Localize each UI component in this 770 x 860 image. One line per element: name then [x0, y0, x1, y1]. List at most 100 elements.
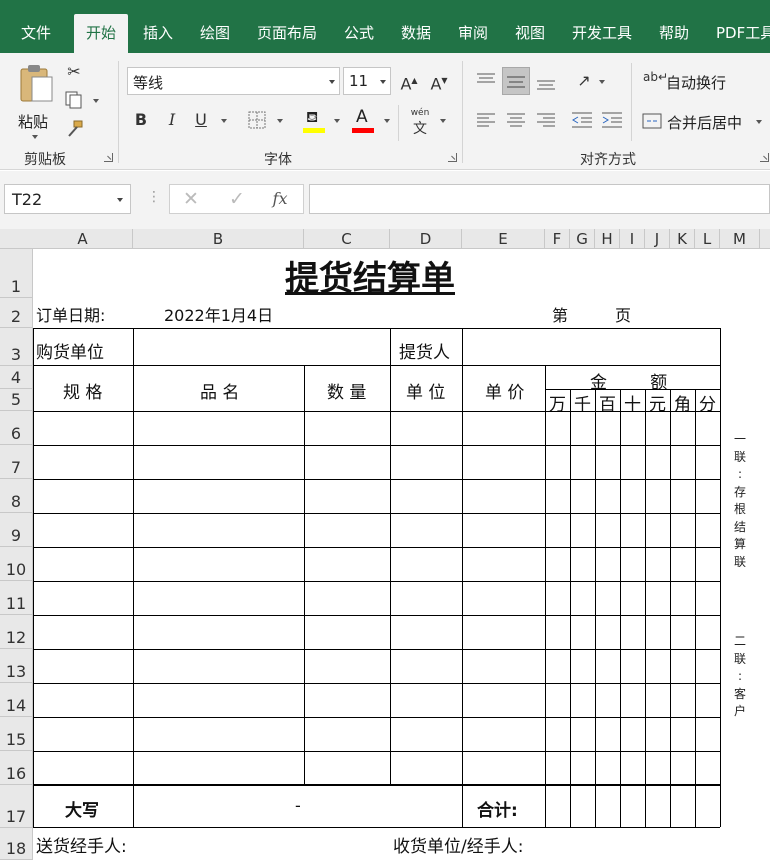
- clipboard-launcher-icon[interactable]: [104, 153, 113, 162]
- tab-0[interactable]: 文件: [21, 14, 51, 53]
- phonetic-dropdown-icon[interactable]: [440, 119, 446, 123]
- column-header[interactable]: A: [33, 229, 133, 249]
- align-left-icon[interactable]: [476, 112, 496, 128]
- row-header[interactable]: 7: [0, 445, 32, 479]
- tab-9[interactable]: 开发工具: [572, 14, 632, 53]
- more-icon[interactable]: ⋮: [147, 189, 161, 205]
- cut-icon[interactable]: ✂: [63, 61, 85, 83]
- worksheet-grid[interactable]: 提货结算单 订单日期: 2022年1月4日 第 页 购货单位 提货人 规 格 品…: [33, 249, 770, 860]
- column-header[interactable]: D: [390, 229, 462, 249]
- column-header[interactable]: H: [595, 229, 620, 249]
- table-border: [720, 328, 721, 827]
- decrease-font-icon[interactable]: A▼: [428, 70, 450, 95]
- tab-8[interactable]: 视图: [515, 14, 545, 53]
- merge-center-button[interactable]: 合并后居中: [642, 107, 762, 135]
- column-header[interactable]: B: [133, 229, 304, 249]
- column-header[interactable]: G: [570, 229, 595, 249]
- decrease-indent-icon[interactable]: [571, 111, 593, 129]
- table-border: [133, 328, 134, 827]
- font-color-icon: A: [356, 107, 368, 127]
- column-header[interactable]: I: [620, 229, 645, 249]
- align-bottom-icon[interactable]: [536, 75, 556, 91]
- row-header[interactable]: 10: [0, 547, 32, 581]
- tab-10[interactable]: 帮助: [659, 14, 689, 53]
- copy-icon[interactable]: [64, 90, 84, 110]
- merge-dropdown-icon[interactable]: [756, 120, 762, 124]
- column-header[interactable]: C: [304, 229, 390, 249]
- row-header[interactable]: 11: [0, 581, 32, 615]
- format-painter-icon[interactable]: [64, 119, 84, 139]
- alignment-launcher-icon[interactable]: [760, 153, 769, 162]
- formula-input[interactable]: [309, 184, 770, 214]
- tab-6[interactable]: 数据: [401, 14, 431, 53]
- tab-5[interactable]: 公式: [344, 14, 374, 53]
- align-right-icon[interactable]: [536, 112, 556, 128]
- paste-button[interactable]: 粘贴: [14, 61, 58, 139]
- table-border: [33, 615, 720, 616]
- row-header[interactable]: 2: [0, 298, 32, 328]
- column-headers: ABCDEFGHIJKLM: [0, 229, 770, 249]
- column-header[interactable]: M: [720, 229, 760, 249]
- phonetic-icon[interactable]: wén 文: [408, 108, 432, 137]
- align-middle-button[interactable]: [502, 67, 530, 95]
- table-border: [33, 365, 720, 366]
- order-date-value: 2022年1月4日: [164, 306, 274, 325]
- font-color-button[interactable]: A: [352, 107, 374, 134]
- column-header[interactable]: F: [545, 229, 570, 249]
- border-dropdown-icon[interactable]: [277, 119, 283, 123]
- row-header[interactable]: 13: [0, 649, 32, 683]
- copy-dropdown-icon[interactable]: [93, 99, 99, 103]
- column-header[interactable]: J: [645, 229, 670, 249]
- side-note-char: 联: [733, 651, 746, 666]
- font-launcher-icon[interactable]: [448, 153, 457, 162]
- italic-button[interactable]: I: [161, 109, 183, 131]
- align-center-icon[interactable]: [506, 112, 526, 128]
- tab-1[interactable]: 开始: [74, 14, 129, 53]
- row-header[interactable]: 6: [0, 411, 32, 445]
- tab-11[interactable]: PDF工具: [716, 14, 770, 53]
- fill-dropdown-icon[interactable]: [334, 119, 340, 123]
- row-header[interactable]: 14: [0, 683, 32, 717]
- underline-button[interactable]: U: [190, 109, 212, 131]
- increase-font-icon[interactable]: A▲: [398, 70, 420, 95]
- font-color-dropdown-icon[interactable]: [384, 119, 390, 123]
- column-header[interactable]: E: [462, 229, 545, 249]
- fill-color-button[interactable]: ⛾: [303, 108, 325, 134]
- row-header[interactable]: 12: [0, 615, 32, 649]
- column-header[interactable]: L: [695, 229, 720, 249]
- font-size-select[interactable]: 11: [343, 67, 391, 95]
- table-border: [33, 751, 720, 752]
- tab-4[interactable]: 页面布局: [257, 14, 317, 53]
- row-header[interactable]: 15: [0, 717, 32, 751]
- wrap-text-button[interactable]: ab↵ 自动换行: [642, 67, 742, 95]
- paste-dropdown-icon[interactable]: [32, 135, 38, 139]
- name-box[interactable]: T22: [4, 184, 131, 214]
- border-icon[interactable]: [248, 111, 266, 129]
- tab-7[interactable]: 审阅: [458, 14, 488, 53]
- row-header[interactable]: 18: [0, 828, 32, 860]
- tab-2[interactable]: 插入: [143, 14, 173, 53]
- font-name-select[interactable]: 等线: [127, 67, 340, 95]
- insert-function-icon[interactable]: fx: [266, 188, 294, 210]
- row-header[interactable]: 17: [0, 785, 32, 828]
- row-header[interactable]: 4: [0, 366, 32, 389]
- sheet-title: 提货结算单: [285, 259, 455, 299]
- row-header[interactable]: 3: [0, 328, 32, 366]
- column-header[interactable]: K: [670, 229, 695, 249]
- align-top-icon[interactable]: [476, 72, 496, 88]
- row-header[interactable]: 16: [0, 751, 32, 785]
- daxie-value: -: [295, 796, 301, 815]
- orientation-dropdown-icon[interactable]: [599, 80, 605, 84]
- row-header[interactable]: 9: [0, 513, 32, 547]
- underline-dropdown-icon[interactable]: [221, 119, 227, 123]
- table-border: [545, 365, 546, 827]
- row-header[interactable]: 8: [0, 479, 32, 513]
- row-header[interactable]: 1: [0, 249, 32, 298]
- orientation-icon[interactable]: ↗: [573, 70, 595, 92]
- increase-indent-icon[interactable]: [601, 111, 623, 129]
- bold-button[interactable]: B: [130, 109, 152, 131]
- row-header[interactable]: 5: [0, 389, 32, 411]
- tab-3[interactable]: 绘图: [200, 14, 230, 53]
- enter-icon[interactable]: ✓: [224, 188, 250, 210]
- cancel-icon[interactable]: ✕: [178, 188, 204, 210]
